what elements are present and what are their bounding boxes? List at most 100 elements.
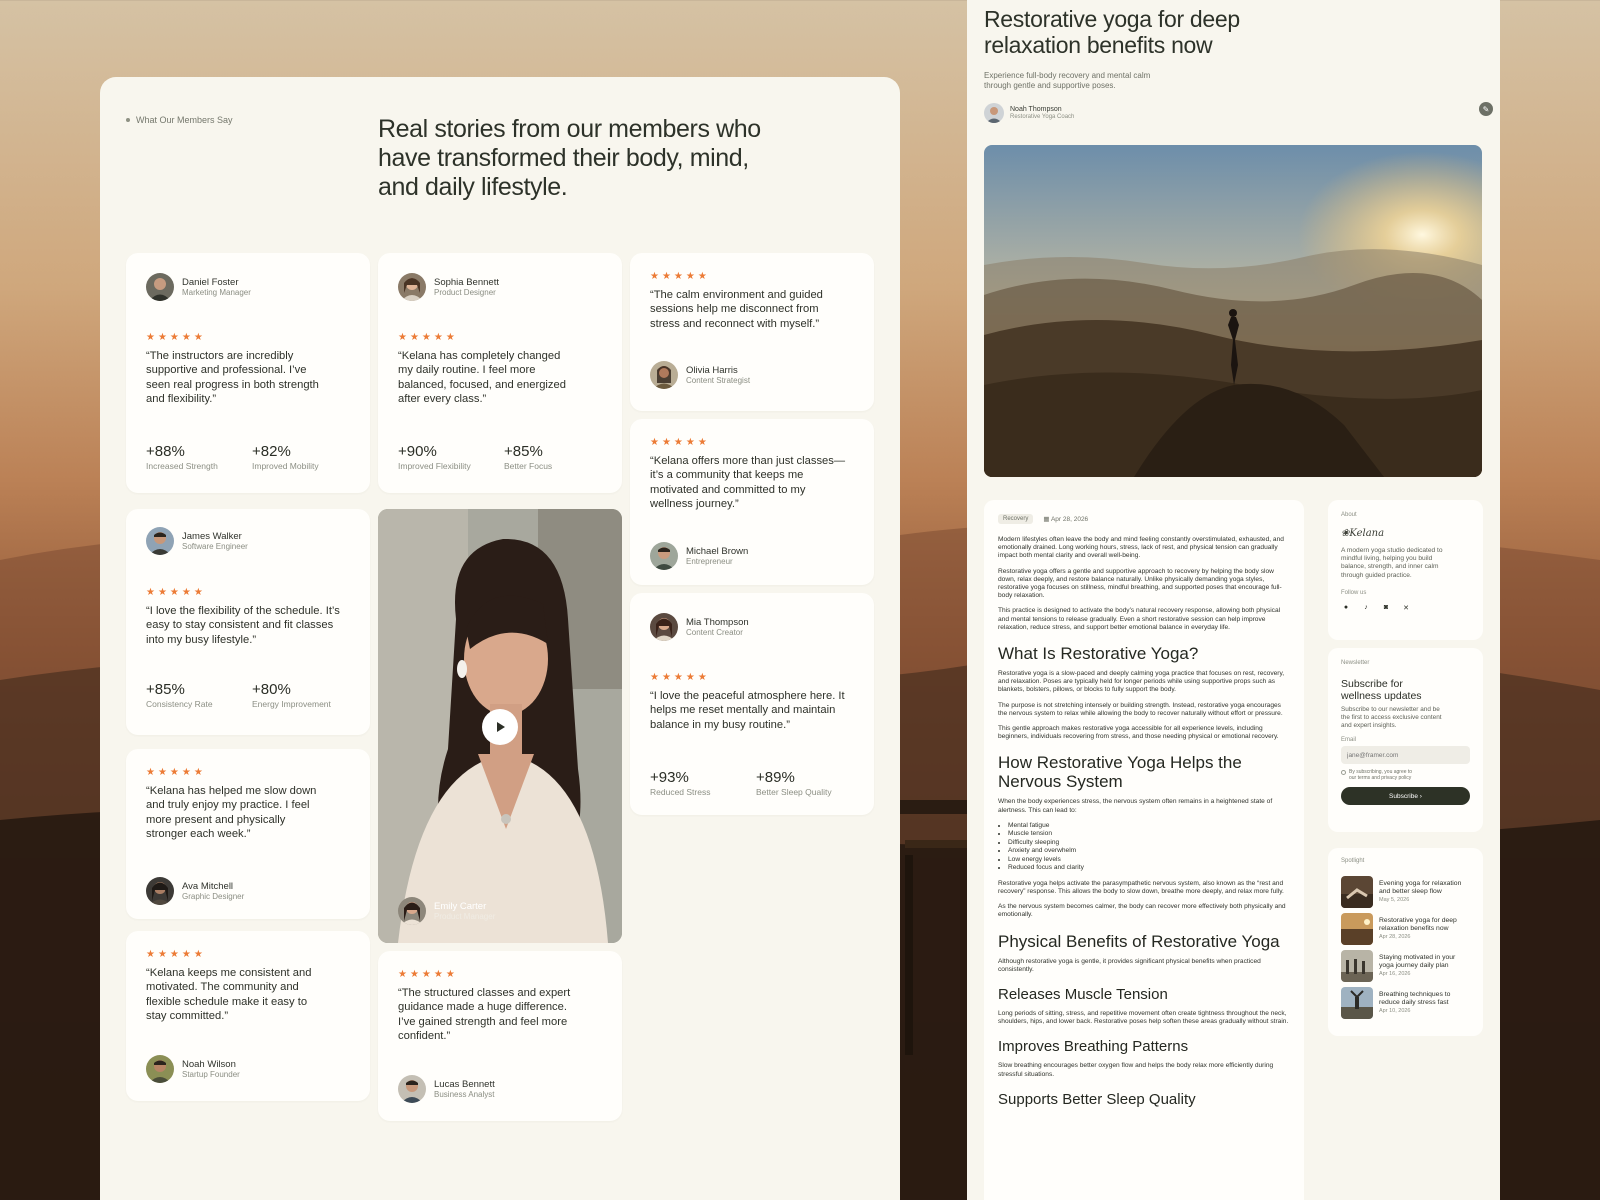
spotlight-item[interactable]: Evening yoga for relaxation and better s… [1341,876,1470,908]
list-item: Low energy levels [1008,856,1290,865]
article-paragraph: Restorative yoga is a slow-paced and dee… [998,670,1285,694]
spotlight-thumbnail [1341,950,1373,982]
article-body: Recovery ▦ Apr 28, 2026 Modern lifestyle… [984,500,1304,1200]
spotlight-date: Apr 16, 2026 [1379,971,1411,978]
stat-block: +89% Better Sleep Quality [756,769,832,798]
stat-block: +82% Improved Mobility [252,443,319,472]
member-info: Olivia Harris Content Strategist [650,361,750,389]
spotlight-item[interactable]: Breathing techniques to reduce daily str… [1341,987,1470,1019]
testimonial-quote: “I love the flexibility of the schedule.… [146,605,340,646]
stat-value: +90% [398,443,437,460]
testimonial-quote: “Kelana offers more than just classes—it… [650,455,846,510]
testimonial-card: Sophia Bennett Product Designer ★★★★★ “Ke… [378,253,622,493]
article-paragraph: This practice is designed to activate th… [998,607,1281,631]
rating-stars: ★★★★★ [650,437,710,448]
stat-block: +93% Reduced Stress [650,769,710,798]
avatar [398,273,426,301]
member-name: Mia Thompson [686,616,749,628]
member-role: Marketing Manager [182,287,251,297]
article-paragraph: Modern lifestyles often leave the body a… [998,536,1284,560]
play-button[interactable] [482,709,518,745]
category-tag[interactable]: Recovery [998,514,1034,524]
section-headline: Real stories from our members who have t… [378,115,761,201]
video-testimonial[interactable]: Emily Carter Product Manager [378,509,622,943]
stat-block: +80% Energy Improvement [252,681,331,710]
tiktok-icon[interactable]: ♪ [1361,604,1371,611]
spotlight-date: May 5, 2026 [1379,897,1410,904]
stat-label: Increased Strength [146,461,218,471]
rating-stars: ★★★★★ [146,587,206,598]
video-member-info: Emily Carter Product Manager [398,897,495,925]
testimonial-card: ★★★★★ “Kelana has helped me slow down an… [126,749,370,919]
play-icon [497,722,505,732]
rating-stars: ★★★★★ [146,767,206,778]
edit-button[interactable]: ✎ [1479,102,1493,116]
facebook-icon[interactable]: ● [1341,604,1351,611]
article-paragraph: Restorative yoga helps activate the para… [998,879,1284,896]
member-name: Sophia Bennett [434,276,499,288]
stat-block: +85% Better Focus [504,443,552,472]
newsletter-card: Newsletter Subscribe for wellness update… [1328,648,1483,832]
subscribe-label: Subscribe [1389,792,1418,800]
testimonial-card: ★★★★★ “Kelana offers more than just clas… [630,419,874,585]
spotlight-date: Apr 10, 2026 [1379,1008,1411,1015]
spotlight-card: Spotlight Evening yoga for relaxation an… [1328,848,1483,1036]
member-name: Ava Mitchell [182,880,234,892]
post-title: Restorative yoga for deep relaxation ben… [984,6,1240,58]
pencil-icon: ✎ [1482,104,1490,114]
rating-stars: ★★★★★ [146,949,206,960]
spotlight-item[interactable]: Staying motivated in your yoga journey d… [1341,950,1470,982]
stat-value: +89% [756,769,795,786]
testimonial-quote: “Kelana keeps me consistent and motivate… [146,967,312,1022]
stat-label: Better Focus [504,461,553,471]
member-role: Startup Founder [182,1069,240,1079]
member-name: Lucas Bennett [434,1078,495,1090]
member-name: Olivia Harris [686,364,738,376]
member-info: Sophia Bennett Product Designer [398,273,499,301]
email-input[interactable] [1341,746,1470,765]
subscribe-button[interactable]: Subscribe › [1341,787,1470,806]
list-item: Anxiety and overwhelm [1008,847,1290,856]
about-label: About [1341,512,1357,518]
arrow-right-icon: › [1419,792,1422,800]
stat-block: +90% Improved Flexibility [398,443,471,472]
member-info: Daniel Foster Marketing Manager [146,273,251,301]
stat-label: Improved Mobility [252,461,319,471]
stat-value: +82% [252,443,291,460]
consent-row: By subscribing, you agree to our terms a… [1341,769,1470,781]
instagram-icon[interactable]: ◙ [1381,604,1391,611]
rating-stars: ★★★★★ [146,332,206,343]
article-subheading: Supports Better Sleep Quality [998,1090,1196,1108]
testimonial-quote: “I love the peaceful atmosphere here. It… [650,690,845,731]
consent-checkbox[interactable] [1341,770,1346,776]
spotlight-title: Evening yoga for relaxation and better s… [1379,879,1462,895]
article-subheading: Improves Breathing Patterns [998,1038,1189,1056]
article-paragraph: Long periods of sitting, stress, and rep… [998,1010,1289,1026]
article-subheading: Releases Muscle Tension [998,986,1168,1004]
brand-name: Kelana [1349,528,1385,539]
member-info: James Walker Software Engineer [146,527,248,555]
testimonial-quote: “The instructors are incredibly supporti… [146,350,319,405]
spotlight-item[interactable]: Restorative yoga for deep relaxation ben… [1341,913,1470,945]
avatar [146,1055,174,1083]
member-info: Michael Brown Entrepreneur [650,542,748,570]
x-icon[interactable]: ✕ [1401,604,1411,612]
author-avatar [984,103,1004,123]
avatar [146,273,174,301]
member-role: Content Strategist [686,375,751,385]
member-info: Mia Thompson Content Creator [650,613,749,641]
testimonial-quote: “Kelana has helped me slow down and trul… [146,785,317,840]
member-name: Daniel Foster [182,276,239,288]
stat-label: Improved Flexibility [398,461,471,471]
article-paragraph: This gentle approach makes restorative y… [998,725,1279,741]
testimonial-card: James Walker Software Engineer ★★★★★ “I l… [126,509,370,735]
eyebrow-dot [126,118,130,122]
stat-value: +88% [146,443,185,460]
social-links: ● ♪ ◙ ✕ [1341,604,1470,612]
spotlight-thumbnail [1341,987,1373,1019]
list-item: Muscle tension [1008,830,1290,839]
spotlight-date: Apr 28, 2026 [1379,934,1411,941]
article-heading: How Restorative Yoga Helps the Nervous S… [998,753,1242,792]
member-role: Product Designer [434,287,496,297]
avatar [650,613,678,641]
